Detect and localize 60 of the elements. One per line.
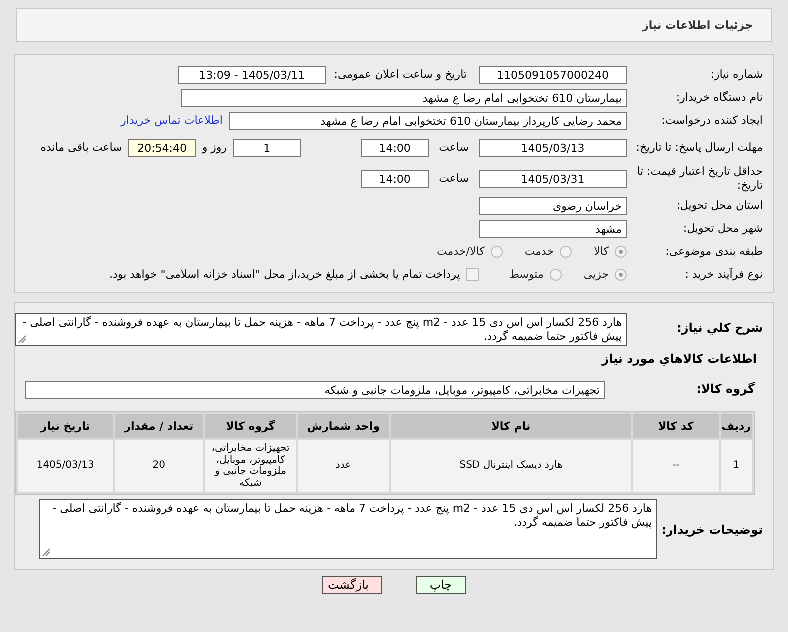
resize-grip-icon[interactable]	[18, 335, 26, 343]
buyer-contact-link[interactable]: اطلاعات تماس خریدار	[121, 114, 223, 127]
payment-note: پرداخت تمام یا بخشی از مبلغ خرید،از محل "اسناد خزانه اسلامی" خواهد بود.	[110, 268, 460, 281]
field-label: طبقه بندی موضوعی:	[664, 244, 764, 258]
column-header: نام کالا	[390, 414, 632, 438]
process-radio[interactable]: جزیی	[584, 268, 627, 281]
process-radio[interactable]: متوسط	[509, 268, 562, 281]
section-title: اطلاعات کالاهاي مورد نياز	[600, 351, 758, 366]
field-label: تاریخ و ساعت اعلان عمومی:	[334, 68, 467, 81]
field-label: ساعت باقی مانده	[40, 141, 122, 154]
column-header: گروه کالا	[205, 414, 296, 438]
table-cell: --	[633, 440, 719, 492]
field-label: استان محل تحویل:	[676, 198, 764, 212]
province-field: خراسان رضوی	[479, 196, 627, 214]
field-label: نام دستگاه خریدار:	[675, 90, 764, 104]
need-number-field: 1105091057000240	[479, 66, 627, 84]
category-radio[interactable]: کالا/خدمت	[437, 245, 503, 258]
field-label: نوع فرآیند خرید :	[684, 268, 764, 282]
column-header: تاریخ نیاز	[18, 414, 114, 438]
deadline-date-field: 1405/03/13	[479, 138, 627, 156]
remaining-time-field: 20:54:40	[128, 138, 196, 156]
validity-time-field: 14:00	[361, 170, 430, 188]
field-label: ایجاد کننده درخواست:	[660, 114, 764, 128]
requester-field: محمد رضایی کارپرداز بیمارستان 610 تختخوابی امام رضا ع مشهد	[229, 112, 627, 130]
column-header: کد کالا	[633, 414, 719, 438]
category-radio[interactable]: خدمت	[524, 245, 572, 258]
column-header: تعداد / مقدار	[115, 414, 204, 438]
resize-grip-icon[interactable]	[42, 548, 50, 556]
column-header: واحد شمارش	[298, 414, 389, 438]
print-button[interactable]: چاپ	[416, 576, 466, 594]
checkbox[interactable]	[466, 268, 480, 281]
column-header: ردیف	[720, 414, 752, 438]
buyer-org-field: بیمارستان 610 تختخوابی امام رضا ع مشهد	[181, 88, 627, 106]
back-button[interactable]: بازگشت	[322, 576, 382, 594]
field-label: حداقل تاریخ اعتبار قیمت: تا تاریخ:	[636, 164, 764, 192]
field-label: ساعت	[439, 172, 469, 185]
validity-date-field: 1405/03/31	[479, 170, 627, 188]
table-cell: 20	[115, 440, 204, 492]
page-title: جزئیات اطلاعات نیاز	[642, 18, 753, 32]
description-field: هارد 256 لکسار اس اس دی 15 عدد - m2 پنج عدد - پرداخت 7 ماهه - هزینه حمل تا بیمارستان به عهده فروشنده - گارانتی اصلی - پیش فاکتور حتما ضمیمه گردد.	[15, 313, 627, 346]
category-radio[interactable]: کالا	[594, 245, 627, 258]
field-label: شماره نیاز:	[710, 68, 764, 82]
goods-group-field: تجهیزات مخابراتی، کامپیوتر، موبایل، ملزومات جانبی و شبکه	[25, 380, 605, 398]
deadline-time-field: 14:00	[361, 138, 430, 156]
table-cell: هارد دیسک اینترنال SSD	[390, 440, 632, 492]
field-label: ساعت	[439, 141, 469, 154]
field-label: توضیحات خریدار:	[660, 523, 764, 538]
buyer-notes-field: هارد 256 لکسار اس اس دی 15 عدد - m2 پنج عدد - پرداخت 7 ماهه - هزینه حمل تا بیمارستان به عهده فروشنده - گارانتی اصلی - پیش فاکتور حتما ضمیمه گردد.	[39, 499, 657, 559]
field-label: گروه کالا:	[696, 382, 756, 397]
field-label: روز و	[202, 141, 228, 154]
field-label: شرح کلي نياز:	[676, 321, 764, 336]
table-cell: 1405/03/13	[18, 440, 114, 492]
announce-date-field: 1405/03/11 - 13:09	[178, 66, 326, 84]
table-cell: عدد	[298, 440, 389, 492]
field-label: مهلت ارسال پاسخ: تا تاریخ:	[635, 140, 764, 154]
table-cell: 1	[720, 440, 752, 492]
days-field: 1	[233, 138, 302, 156]
city-field: مشهد	[479, 220, 627, 238]
table-cell: تجهیزات مخابراتی، کامپیوتر، موبایل، ملزومات جانبی و شبکه	[205, 440, 296, 492]
field-label: شهر محل تحویل:	[682, 222, 764, 236]
